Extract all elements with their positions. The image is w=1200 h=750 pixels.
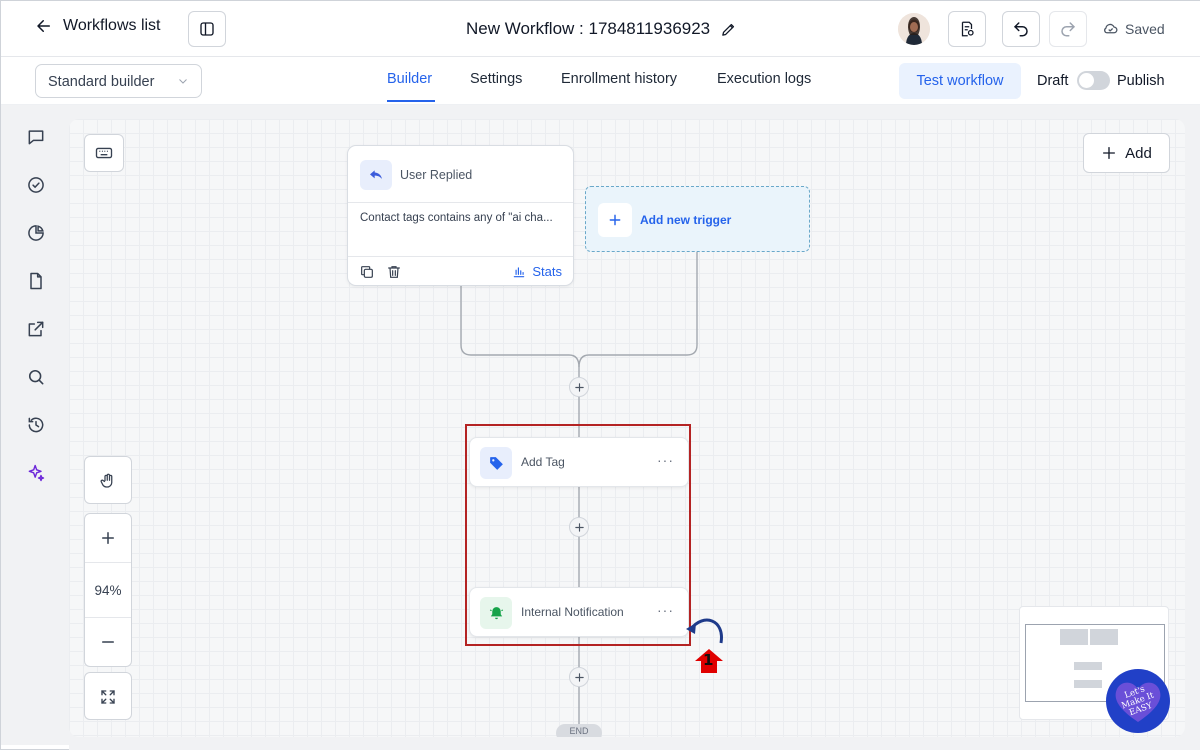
left-rail — [1, 105, 69, 745]
back-label: Workflows list — [63, 17, 161, 34]
add-button[interactable]: Add — [1083, 133, 1170, 173]
app-window: Workflows list New Workflow : 1784811936… — [0, 0, 1200, 750]
workflow-title[interactable]: New Workflow : 1784811936923 — [466, 19, 737, 39]
undo-icon — [1014, 22, 1028, 37]
document-settings-icon — [961, 21, 974, 37]
fit-view-button[interactable] — [84, 672, 132, 720]
add-step-button[interactable] — [569, 517, 589, 537]
sidebar-panel-icon — [200, 22, 214, 36]
pan-tool-button[interactable] — [84, 456, 132, 504]
action-label: Internal Notification — [521, 605, 624, 619]
add-step-button[interactable] — [569, 377, 589, 397]
minimap-node — [1074, 680, 1102, 688]
user-avatar-icon — [898, 13, 930, 45]
active-tab-indicator — [387, 100, 435, 102]
minus-icon — [102, 641, 114, 643]
pencil-icon[interactable] — [720, 21, 737, 38]
action-card-add-tag[interactable]: Add Tag ··· — [469, 437, 689, 487]
annotation-number: 1 — [703, 651, 714, 669]
file-icon[interactable] — [23, 268, 49, 294]
keyboard-shortcuts-button[interactable] — [84, 134, 124, 172]
undo-button[interactable] — [1002, 11, 1040, 47]
redo-icon — [1061, 22, 1075, 37]
end-node: END — [556, 724, 602, 737]
trigger-card-user-replied[interactable]: User Replied Contact tags contains any o… — [347, 145, 574, 286]
back-to-workflows-link[interactable]: Workflows list — [35, 17, 161, 35]
toggle-knob — [1079, 73, 1094, 88]
tab-builder[interactable]: Builder — [387, 71, 432, 87]
chevron-down-icon — [179, 79, 187, 84]
history-icon[interactable] — [23, 412, 49, 438]
more-options-icon[interactable]: ··· — [657, 602, 674, 618]
stats-link[interactable]: Stats — [512, 264, 562, 279]
zoom-in-button[interactable] — [85, 514, 131, 562]
trash-icon[interactable] — [386, 264, 402, 280]
more-options-icon[interactable]: ··· — [657, 452, 674, 468]
plus-icon — [574, 382, 584, 392]
save-status: Saved — [1102, 20, 1165, 37]
pie-chart-icon[interactable] — [23, 220, 49, 246]
avatar[interactable] — [898, 13, 930, 45]
plus-icon — [598, 203, 632, 237]
sparkle-icon[interactable] — [23, 460, 49, 486]
publish-toggle[interactable] — [1077, 71, 1110, 90]
add-new-trigger-label: Add new trigger — [640, 213, 732, 227]
action-card-internal-notification[interactable]: Internal Notification ··· — [469, 587, 689, 637]
zoom-controls: 94% — [84, 513, 132, 667]
plus-icon — [1103, 147, 1116, 159]
zoom-level: 94% — [85, 562, 131, 618]
reply-icon — [360, 160, 392, 190]
add-button-label: Add — [1125, 144, 1152, 162]
tab-execution-logs[interactable]: Execution logs — [717, 71, 811, 87]
zoom-out-button[interactable] — [85, 618, 131, 666]
copy-icon[interactable] — [359, 264, 375, 280]
plus-icon — [102, 532, 114, 544]
builder-mode-select[interactable]: Standard builder — [35, 64, 202, 98]
arrow-left-icon — [37, 20, 50, 32]
draft-label: Draft — [1037, 73, 1069, 89]
builder-toolbar: Standard builder Builder Settings Enroll… — [1, 57, 1200, 105]
tab-enrollment-history[interactable]: Enrollment history — [561, 71, 677, 87]
add-step-button[interactable] — [569, 667, 589, 687]
bar-chart-icon — [514, 266, 525, 277]
publish-label: Publish — [1117, 73, 1165, 89]
watermark-logo: Let's Make It EASY — [1106, 669, 1170, 733]
stats-label: Stats — [532, 264, 562, 279]
hand-icon — [85, 457, 131, 505]
builder-mode-value: Standard builder — [48, 74, 155, 90]
expand-icon — [85, 673, 131, 721]
add-new-trigger-button[interactable]: Add new trigger — [585, 186, 810, 252]
trigger-title: User Replied — [400, 168, 473, 182]
test-workflow-button[interactable]: Test workflow — [899, 63, 1021, 99]
check-circle-icon[interactable] — [23, 172, 49, 198]
workflow-title-text: New Workflow : 1784811936923 — [466, 19, 711, 38]
plus-icon — [574, 522, 584, 532]
tag-icon — [480, 447, 512, 479]
tab-settings[interactable]: Settings — [470, 71, 522, 87]
top-bar: Workflows list New Workflow : 1784811936… — [1, 1, 1200, 57]
workflow-canvas[interactable]: Add User Replied Contact tags contains a… — [69, 119, 1185, 737]
minimap-node — [1074, 662, 1102, 670]
divider — [348, 202, 573, 203]
action-label: Add Tag — [521, 455, 565, 469]
search-icon[interactable] — [23, 364, 49, 390]
keyboard-icon — [95, 147, 113, 159]
toggle-panel-button[interactable] — [188, 11, 226, 47]
redo-button[interactable] — [1049, 11, 1087, 47]
plus-icon — [574, 672, 584, 682]
chat-icon[interactable] — [23, 124, 49, 150]
trigger-footer: Stats — [348, 256, 573, 286]
save-status-text: Saved — [1125, 20, 1165, 37]
cloud-check-icon — [1104, 23, 1118, 34]
workflow-report-button[interactable] — [948, 11, 986, 47]
trigger-condition: Contact tags contains any of "ai cha... — [360, 212, 553, 224]
external-link-icon[interactable] — [23, 316, 49, 342]
minimap-node — [1060, 629, 1088, 645]
minimap-node — [1090, 629, 1118, 645]
bell-icon — [480, 597, 512, 629]
trigger-header: User Replied — [360, 160, 472, 190]
